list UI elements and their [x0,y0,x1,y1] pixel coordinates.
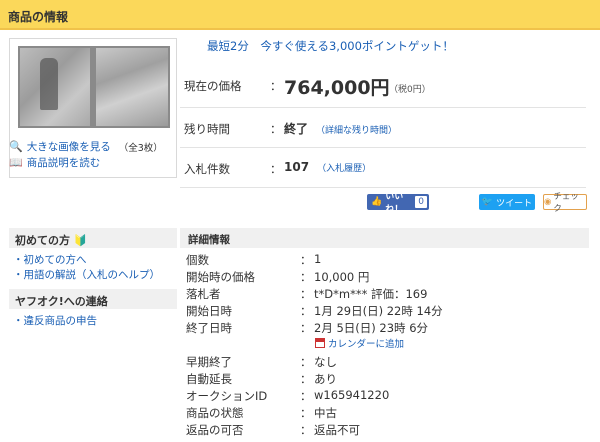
remaining-detail-link[interactable]: （詳細な残り時間） [316,126,397,136]
remaining-label: 残り時間 [184,122,230,136]
price-row: 現在の価格 ： 764,000円 （税0円） [180,62,586,108]
current-price: 764,000円 [284,77,390,99]
price-label: 現在の価格 [184,79,242,93]
detail-label: 開始日時 [186,304,232,318]
detail-value: 返品不可 [314,423,360,437]
bids-value: 107 （入札履歴） [284,160,372,174]
detail-value: 10,000 円 [314,270,370,284]
tax-note: （税0円） [389,85,431,95]
calendar-icon [315,338,325,348]
tweet-button[interactable]: 🐦 ツイート [479,194,535,210]
detail-label: 開始時の価格 [186,270,255,284]
sidebar-contact-header: ヤフオク!への連絡 [9,289,177,309]
section-header: 商品の情報 [0,0,600,30]
magnifier-icon: 🔍 [9,140,23,153]
bids-label: 入札件数 [184,162,230,176]
thumbs-up-icon: 👍 [371,197,383,207]
detail-label: 落札者 [186,287,221,301]
check-icon: ◉ [544,197,552,207]
read-description-link[interactable]: 📖 商品説明を読む [9,155,100,170]
detail-label: 返品の可否 [186,423,244,437]
view-large-image-link[interactable]: 🔍 大きな画像を見る （全3枚） [9,139,163,154]
remaining-value: 終了 （詳細な残り時間） [284,122,398,136]
bid-history-link[interactable]: （入札履歴） [317,164,371,174]
sidebar-link-report[interactable]: ・違反商品の申告 [13,313,97,328]
add-to-calendar-link[interactable]: カレンダーに追加 [315,336,404,350]
check-button[interactable]: ◉ チェック [543,192,587,214]
detail-value: 1 [314,252,322,266]
sidebar-beginner-header: 初めての方 🔰 [9,228,177,248]
detail-value: 中古 [314,406,337,420]
book-icon: 📖 [9,156,23,169]
bids-row: 入札件数 ： 107 （入札履歴） [180,148,586,188]
sidebar-link-beginner-guide[interactable]: ・初めての方へ [13,252,87,267]
like-button[interactable]: 👍 いいね！ 0 [367,192,429,215]
twitter-bird-icon: 🐦 [481,197,494,207]
beginner-leaf-icon: 🔰 [73,234,88,247]
section-title: 商品の情報 [8,10,69,24]
detail-label: 終了日時 [186,321,232,335]
detail-label: 自動延長 [186,372,232,386]
like-count: 0 [415,196,427,208]
winner-value: t*D*m*** 評価：169 [314,287,428,301]
detail-label: 早期終了 [186,355,232,369]
remaining-row: 残り時間 ： 終了 （詳細な残り時間） [180,108,586,148]
detail-value: 1月 29日(日) 22時 14分 [314,304,443,318]
details-header: 詳細情報 [180,228,589,248]
product-thumbnail[interactable] [18,46,170,128]
detail-label: オークションID [186,389,268,403]
promo-link[interactable]: 最短2分 今すぐ使える3,000ポイントゲット！ [207,38,454,54]
detail-label: 個数 [186,253,209,267]
detail-value: 2月 5日(日) 23時 6分 [314,321,429,335]
detail-value: あり [314,372,337,386]
detail-value: なし [314,355,337,369]
sidebar-link-glossary[interactable]: ・用語の解説（入札のヘルプ） [13,267,160,282]
detail-label: 商品の状態 [186,406,244,420]
auction-id-value: w165941220 [314,388,390,402]
